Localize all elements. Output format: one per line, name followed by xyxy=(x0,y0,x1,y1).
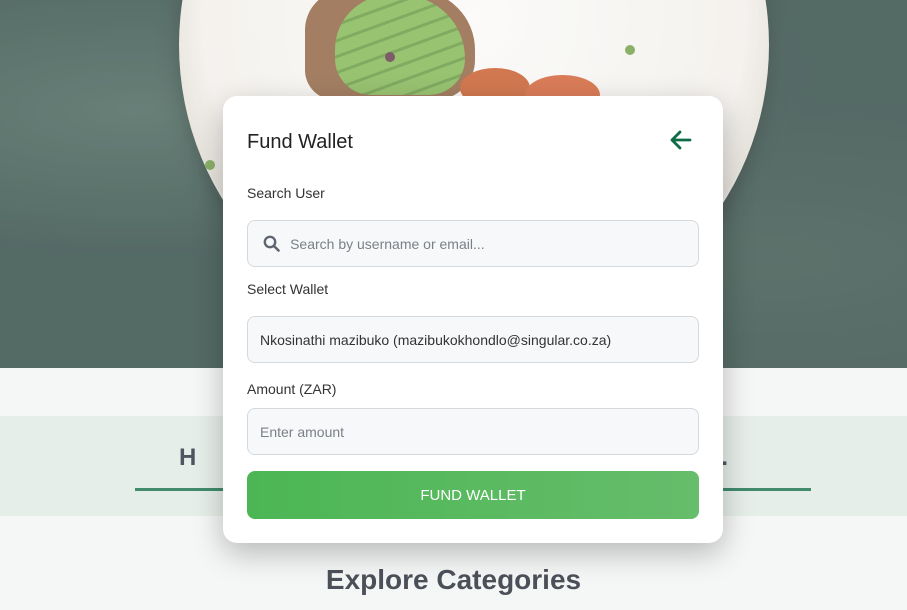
select-wallet-label: Select Wallet xyxy=(247,281,329,297)
modal-title: Fund Wallet xyxy=(247,131,353,153)
search-icon xyxy=(260,235,282,252)
select-wallet-value: Nkosinathi mazibuko (mazibukokhondlo@sin… xyxy=(260,331,612,348)
back-button[interactable] xyxy=(663,126,699,154)
search-user-field[interactable] xyxy=(247,220,699,267)
fund-wallet-modal: Fund Wallet Search User Select Wallet Nk… xyxy=(223,96,723,543)
arrow-left-icon xyxy=(670,130,692,150)
amount-input[interactable] xyxy=(248,409,698,454)
amount-field[interactable] xyxy=(247,408,699,455)
search-user-input[interactable] xyxy=(282,221,698,266)
fund-wallet-button[interactable]: FUND WALLET xyxy=(247,471,699,519)
select-wallet-dropdown[interactable]: Nkosinathi mazibuko (mazibukokhondlo@sin… xyxy=(247,316,699,363)
search-user-label: Search User xyxy=(247,185,325,201)
amount-label: Amount (ZAR) xyxy=(247,381,337,397)
